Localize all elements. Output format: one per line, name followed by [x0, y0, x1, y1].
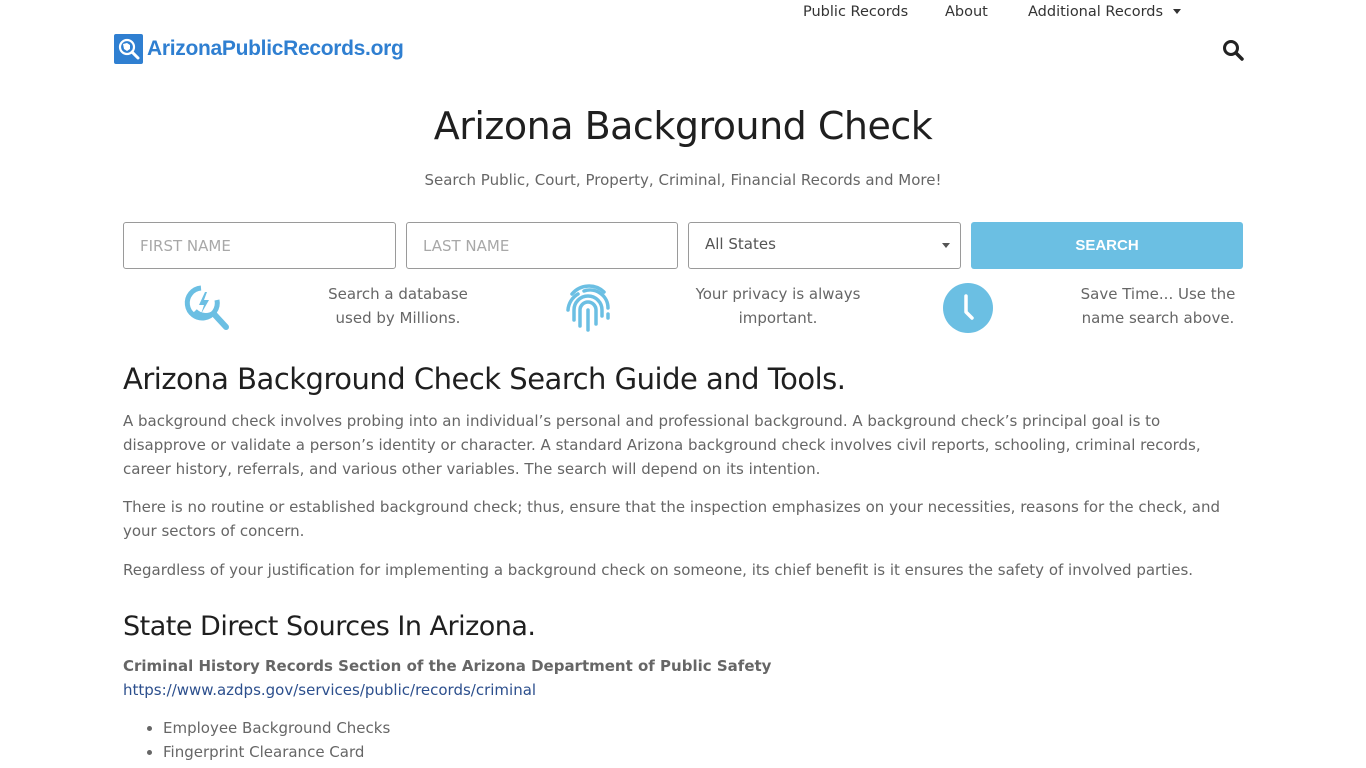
state-select[interactable]: All States [688, 222, 961, 269]
article-content: Arizona Background Check Search Guide an… [123, 360, 1243, 764]
feature-text-save-time: Save Time... Use the name search above. [1080, 285, 1236, 327]
page-subtitle: Search Public, Court, Property, Criminal… [424, 171, 942, 189]
feature-strip: Search a database used by Millions. Your… [123, 282, 1243, 338]
logo-magnifier-icon [114, 34, 143, 64]
section-heading-sources: State Direct Sources In Arizona. [123, 611, 536, 642]
search-button[interactable]: SEARCH [971, 222, 1243, 269]
paragraph: There is no routine or established backg… [123, 498, 1220, 540]
nav-about[interactable]: About [945, 0, 988, 24]
paragraph: Regardless of your justification for imp… [123, 561, 1194, 579]
source-link[interactable]: https://www.azdps.gov/services/public/re… [123, 678, 1243, 702]
feature-text-database: Search a database used by Millions. [328, 285, 468, 327]
source-title: Criminal History Records Section of the … [123, 657, 772, 675]
site-logo[interactable]: ArizonaPublicRecords.org [114, 34, 404, 64]
chevron-down-icon [1173, 8, 1182, 14]
nav-public-records[interactable]: Public Records [803, 0, 908, 24]
feature-text-privacy: Your privacy is always important. [695, 285, 861, 327]
clock-icon [942, 282, 994, 334]
logo-text: ArizonaPublicRecords.org [147, 37, 404, 60]
people-search-form: All States SEARCH [123, 222, 1243, 269]
search-bolt-icon [181, 282, 233, 334]
section-heading-guide: Arizona Background Check Search Guide an… [123, 362, 846, 396]
fingerprint-icon [562, 280, 614, 332]
chevron-down-icon [942, 243, 950, 248]
nav-additional-records[interactable]: Additional Records [1028, 0, 1182, 24]
first-name-input[interactable] [123, 222, 396, 269]
page-title: Arizona Background Check [433, 104, 933, 148]
last-name-input[interactable] [406, 222, 678, 269]
list-item: Employee Background Checks [163, 716, 1243, 740]
source-item-list: Employee Background Checks Fingerprint C… [123, 716, 1243, 764]
state-select-value: All States [705, 235, 776, 253]
paragraph: A background check involves probing into… [123, 412, 1201, 478]
nav-additional-records-label: Additional Records [1028, 4, 1164, 20]
search-icon[interactable] [1222, 39, 1244, 61]
list-item: Fingerprint Clearance Card [163, 740, 1243, 764]
site-header: ArizonaPublicRecords.org Public Records … [0, 0, 1366, 100]
